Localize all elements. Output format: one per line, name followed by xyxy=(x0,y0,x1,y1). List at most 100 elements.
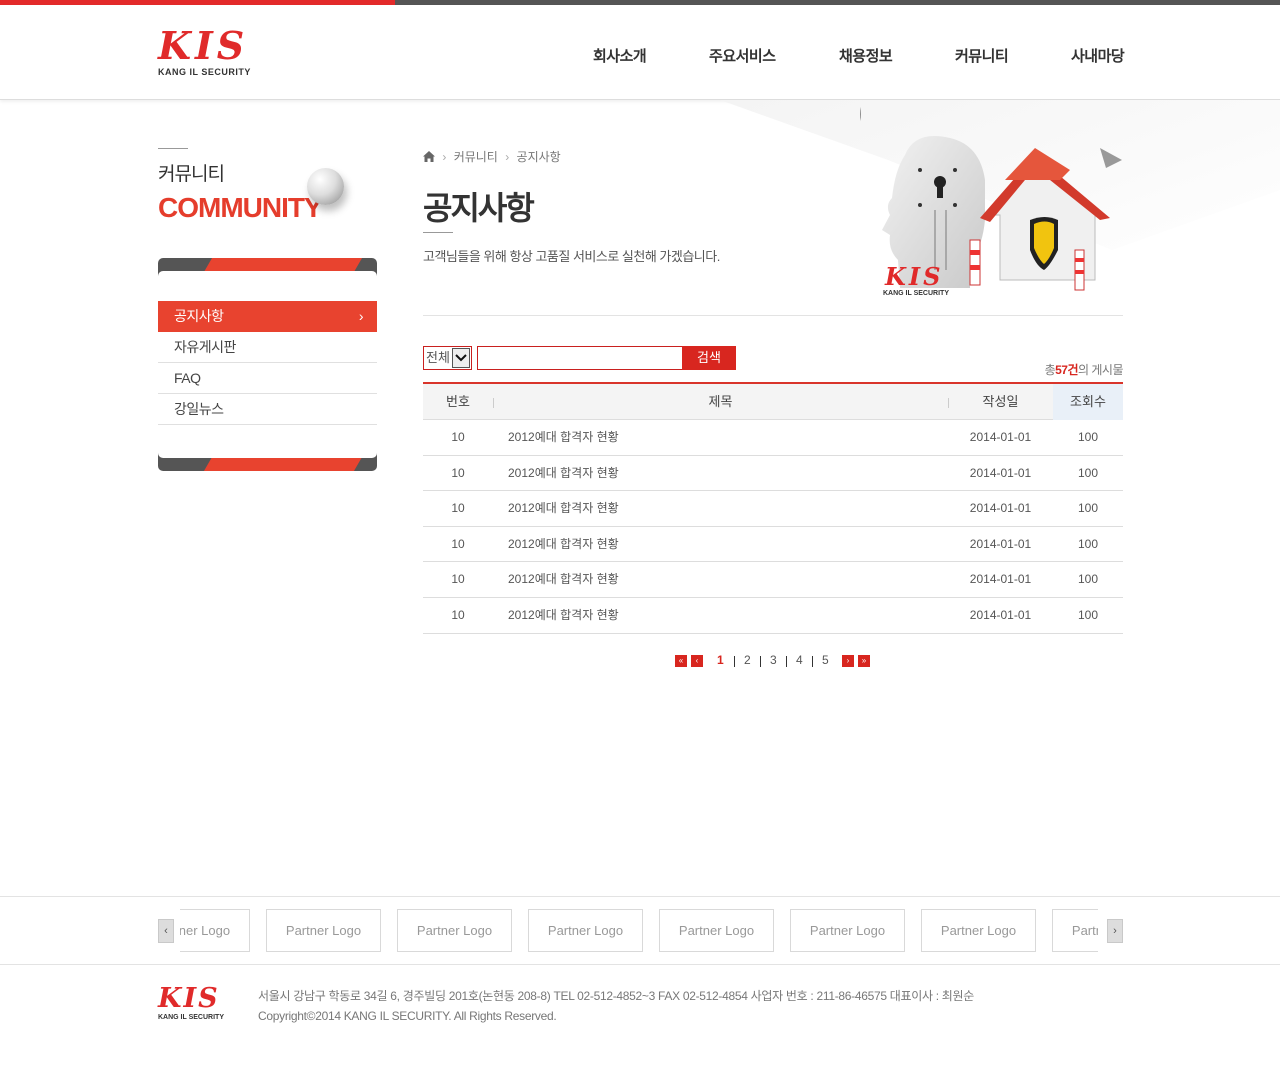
column-header-views: 조회수 xyxy=(1053,384,1123,420)
table-row[interactable]: 10 2012예대 합격자 현황 2014-01-01 100 xyxy=(423,420,1123,456)
table-row[interactable]: 10 2012예대 합격자 현황 2014-01-01 100 xyxy=(423,562,1123,598)
breadcrumb-item-current: 공지사항 xyxy=(516,150,561,164)
partner-logo[interactable]: Partner Logo xyxy=(790,909,905,952)
sidebar-item-freeboard[interactable]: 자유게시판 xyxy=(158,332,377,363)
sidebar-item-notice[interactable]: 공지사항 › xyxy=(158,301,377,332)
home-icon[interactable] xyxy=(423,151,435,162)
footer-logo-text: KIS xyxy=(158,983,220,1014)
row-number: 10 xyxy=(451,501,465,516)
column-header-no: 번호 xyxy=(446,394,470,409)
carousel-prev-icon[interactable]: ‹ xyxy=(158,919,174,943)
svg-text:KANG IL SECURITY: KANG IL SECURITY xyxy=(883,290,949,297)
sidebar-menu: 공지사항 › 자유게시판 FAQ 강일뉴스 xyxy=(158,258,377,471)
sphere-decoration xyxy=(307,168,344,205)
chevron-down-icon[interactable] xyxy=(452,348,470,368)
header-divider xyxy=(423,315,1123,316)
row-number: 10 xyxy=(451,430,465,444)
first-page-icon[interactable]: « xyxy=(675,655,687,667)
svg-text:KIS: KIS xyxy=(884,262,943,291)
row-title-link[interactable]: 2012예대 합격자 현황 xyxy=(508,562,619,597)
page-link[interactable]: 5 xyxy=(822,653,829,667)
nav-item-company[interactable]: 회사소개 xyxy=(593,45,647,66)
row-views: 100 xyxy=(1077,430,1099,444)
page-link[interactable]: 2 xyxy=(744,653,751,667)
table-row[interactable]: 10 2012예대 합격자 현황 2014-01-01 100 xyxy=(423,598,1123,634)
page-link[interactable]: 3 xyxy=(770,653,777,667)
page-link[interactable]: 4 xyxy=(796,653,803,667)
site-logo[interactable]: KIS KANG IL SECURITY xyxy=(158,23,251,78)
row-views: 100 xyxy=(1077,501,1099,516)
total-count: 총57건의 게시물 xyxy=(1044,363,1124,377)
row-title-link[interactable]: 2012예대 합격자 현황 xyxy=(508,598,619,633)
breadcrumb-item[interactable]: 커뮤니티 xyxy=(454,150,498,164)
footer-info: 서울시 강남구 학동로 34길 6, 경주빌딩 201호(논현동 208-8) … xyxy=(258,986,974,1026)
row-date: 2014-01-01 xyxy=(969,536,1032,551)
sidebar-title: 커뮤니티 COMMUNITY xyxy=(158,148,323,224)
logo-text: KIS xyxy=(158,23,249,68)
row-views: 100 xyxy=(1077,536,1099,551)
partner-logo[interactable]: Partner Logo xyxy=(1052,909,1098,952)
column-header-title: 제목 xyxy=(708,394,733,409)
row-title-link[interactable]: 2012예대 합격자 현황 xyxy=(508,456,619,491)
footer-address: 서울시 강남구 학동로 34길 6, 경주빌딩 201호(논현동 208-8) … xyxy=(258,989,975,1003)
table-row[interactable]: 10 2012예대 합격자 현황 2014-01-01 100 xyxy=(423,456,1123,492)
row-title-link[interactable]: 2012예대 합격자 현황 xyxy=(508,491,619,526)
search-input[interactable] xyxy=(477,346,684,370)
sidebar-title-ko: 커뮤니티 xyxy=(158,164,225,185)
partner-logo[interactable]: Partner Logo xyxy=(180,909,250,952)
partner-logo[interactable]: Partner Logo xyxy=(659,909,774,952)
footer-copyright: Copyright©2014 KANG IL SECURITY. All Rig… xyxy=(258,1009,557,1023)
footer-logo-subtext: KANG IL SECURITY xyxy=(158,1014,224,1021)
row-date: 2014-01-01 xyxy=(969,607,1032,622)
column-header-date: 작성일 xyxy=(982,394,1019,409)
search-scope-select[interactable]: 전체 xyxy=(423,346,472,370)
nav-item-services[interactable]: 주요서비스 xyxy=(709,45,776,66)
row-title-link[interactable]: 2012예대 합격자 현황 xyxy=(508,527,619,562)
pagination: « ‹ 1 2 3 4 5 › » xyxy=(0,653,1280,669)
search-scope-value: 전체 xyxy=(426,350,450,365)
row-views: 100 xyxy=(1077,465,1099,480)
hero-illustration: KIS KANG IL SECURITY xyxy=(809,88,1140,310)
nav-item-community[interactable]: 커뮤니티 xyxy=(955,45,1009,66)
partner-logo[interactable]: Partner Logo xyxy=(921,909,1036,952)
page-title: 공지사항 xyxy=(423,190,535,226)
table-header: 번호 제목 작성일 조회수 xyxy=(423,382,1123,420)
row-date: 2014-01-01 xyxy=(969,501,1032,516)
sidebar-item-label: FAQ xyxy=(174,370,201,386)
row-views: 100 xyxy=(1077,572,1099,587)
table-row[interactable]: 10 2012예대 합격자 현황 2014-01-01 100 xyxy=(423,491,1123,527)
notice-table: 번호 제목 작성일 조회수 10 2012예대 합격자 현황 2014-01-01 1… xyxy=(423,382,1123,634)
total-count-value: 57건 xyxy=(1055,363,1078,377)
last-page-icon[interactable]: » xyxy=(858,655,870,667)
title-divider xyxy=(158,148,188,149)
sidebar-item-faq[interactable]: FAQ xyxy=(158,363,377,394)
partner-track: Partner Logo Partner Logo Partner Logo P… xyxy=(180,909,1098,953)
sidebar-item-label: 공지사항 xyxy=(174,308,224,324)
partner-logo[interactable]: Partner Logo xyxy=(397,909,512,952)
table-body: 10 2012예대 합격자 현황 2014-01-01 100 10 2012예대 합격자… xyxy=(423,420,1123,634)
sidebar-item-label: 강일뉴스 xyxy=(174,401,224,417)
row-date: 2014-01-01 xyxy=(969,430,1032,444)
prev-page-icon[interactable]: ‹ xyxy=(691,655,703,667)
row-title-link[interactable]: 2012예대 합격자 현황 xyxy=(508,420,619,455)
site-header: KIS KANG IL SECURITY 회사소개 주요서비스 채용정보 커뮤니… xyxy=(0,5,1280,100)
search-button[interactable]: 검색 xyxy=(682,346,736,370)
sidebar-title-en: COMMUNITY xyxy=(158,192,323,223)
row-number: 10 xyxy=(451,607,465,622)
table-row[interactable]: 10 2012예대 합격자 현황 2014-01-01 100 xyxy=(423,527,1123,563)
nav-item-recruit[interactable]: 채용정보 xyxy=(839,45,893,66)
chevron-right-icon: › xyxy=(358,308,364,324)
carousel-next-icon[interactable]: › xyxy=(1107,919,1123,943)
partner-logo[interactable]: Partner Logo xyxy=(266,909,381,952)
row-date: 2014-01-01 xyxy=(969,465,1032,480)
partner-logo[interactable]: Partner Logo xyxy=(528,909,643,952)
nav-item-internal[interactable]: 사내마당 xyxy=(1071,45,1125,66)
row-date: 2014-01-01 xyxy=(969,572,1032,587)
next-page-icon[interactable]: › xyxy=(842,655,854,667)
title-divider xyxy=(423,232,453,233)
sidebar-item-news[interactable]: 강일뉴스 xyxy=(158,394,377,425)
page-link-current[interactable]: 1 xyxy=(717,653,724,667)
row-number: 10 xyxy=(451,572,465,587)
partner-carousel: ‹ Partner Logo Partner Logo Partner Logo… xyxy=(0,896,1280,965)
page-description: 고객님들을 위해 항상 고품질 서비스로 실천해 가겠습니다. xyxy=(423,249,720,264)
